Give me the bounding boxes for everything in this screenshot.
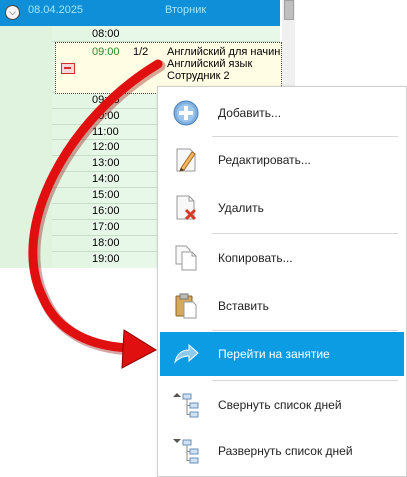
scrollbar-thumb[interactable] (284, 0, 294, 20)
menu-item-label: Добавить... (218, 106, 282, 120)
time-slot[interactable]: 14:00 (92, 173, 122, 185)
context-menu: Добавить... Редактировать... Удалить Коп… (157, 86, 407, 477)
time-slot[interactable]: 12:00 (92, 141, 122, 153)
menu-item-collapse-days[interactable]: Свернуть список дней (160, 383, 404, 427)
lesson-teacher: Сотрудник 2 (167, 70, 230, 82)
menu-item-label: Удалить (218, 201, 264, 215)
day-date: 08.04.2025 (28, 4, 84, 16)
lesson-flag-icon (61, 63, 75, 74)
lesson-subject: Английский язык (167, 58, 253, 70)
menu-item-label: Вставить (218, 299, 269, 313)
menu-separator (212, 380, 398, 381)
paste-clipboard-icon (175, 293, 197, 319)
time-slot[interactable]: 08:00 (92, 28, 122, 40)
copy-documents-icon (175, 245, 197, 271)
time-slot[interactable]: 09:45 (92, 94, 122, 106)
time-slot[interactable]: 19:00 (92, 253, 122, 265)
menu-item-label: Копировать... (218, 251, 293, 265)
expand-tree-icon (173, 439, 199, 464)
day-of-week: Вторник (165, 4, 207, 16)
menu-separator (212, 233, 398, 234)
delete-document-icon (176, 195, 197, 221)
menu-item-copy[interactable]: Копировать... (160, 236, 404, 280)
day-header: ⌵ 08.04.2025 Вторник (0, 0, 280, 26)
edit-pencil-icon (176, 148, 196, 172)
menu-item-label: Редактировать... (218, 153, 311, 167)
time-slot[interactable]: 10:00 (92, 110, 122, 122)
menu-item-expand-days[interactable]: Развернуть список дней (160, 429, 404, 473)
menu-item-add[interactable]: Добавить... (160, 91, 404, 135)
menu-item-label: Свернуть список дней (218, 398, 342, 412)
add-circle-icon (173, 100, 199, 126)
menu-separator (212, 330, 398, 331)
menu-item-edit[interactable]: Редактировать... (160, 138, 404, 182)
menu-item-label: Перейти на занятие (218, 347, 330, 361)
lesson-details: Английский для начин Английский язык Сот… (167, 46, 280, 82)
menu-item-delete[interactable]: Удалить (160, 186, 404, 230)
time-slot[interactable]: 13:00 (92, 157, 122, 169)
time-slot[interactable]: 16:00 (92, 205, 122, 217)
menu-item-label: Развернуть список дней (218, 444, 353, 458)
time-slot[interactable]: 18:00 (92, 237, 122, 249)
collapse-tree-icon (173, 393, 199, 418)
time-slot[interactable]: 17:00 (92, 221, 122, 233)
menu-separator (212, 136, 398, 137)
menu-item-paste[interactable]: Вставить (160, 284, 404, 328)
time-slot[interactable]: 11:00 (92, 126, 122, 138)
lesson-number: 1/2 (133, 46, 149, 58)
lesson-time: 09:00 (92, 46, 120, 58)
collapse-day-button[interactable]: ⌵ (5, 5, 20, 20)
time-slot[interactable]: 15:00 (92, 189, 122, 201)
menu-item-go-to-lesson[interactable]: Перейти на занятие (160, 332, 404, 376)
lesson-group: Английский для начин (167, 46, 281, 58)
go-to-arrow-icon (174, 343, 199, 364)
